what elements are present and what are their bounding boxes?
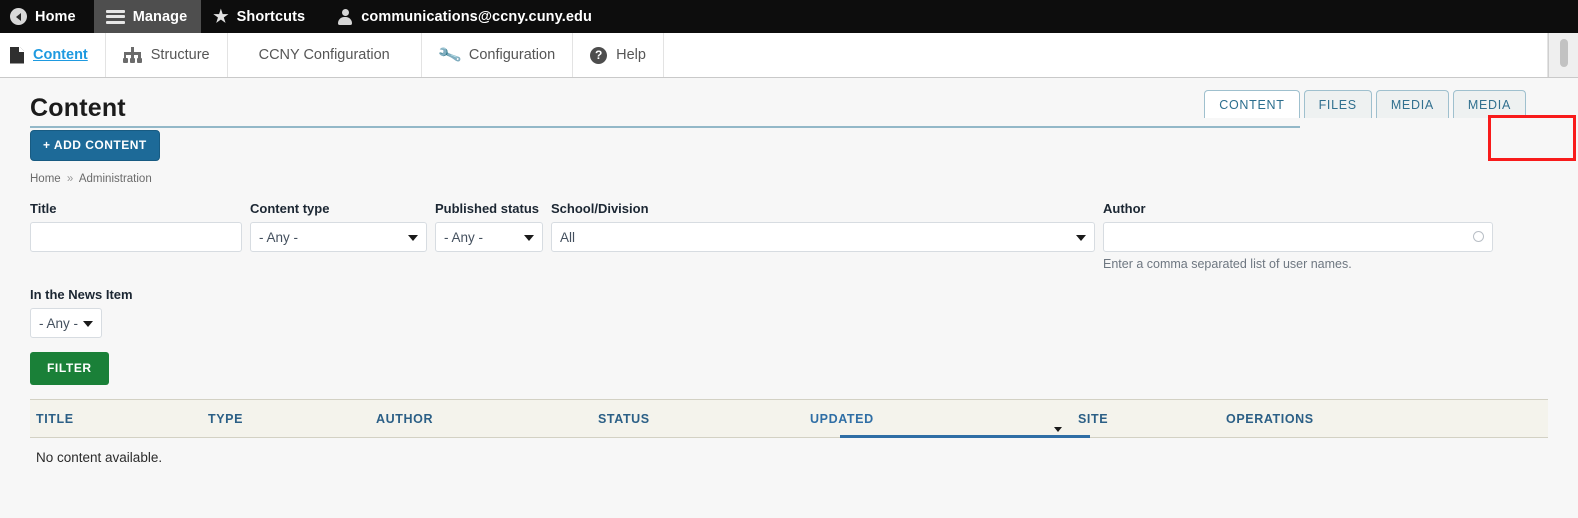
title-divider	[30, 126, 1300, 128]
chevron-down-icon	[1076, 235, 1086, 241]
table-header-row: TITLE TYPE AUTHOR STATUS UPDATED SITE OP…	[30, 400, 1548, 438]
chevron-down-icon	[524, 235, 534, 241]
tray-item-configuration-label: Configuration	[468, 47, 556, 63]
tray-item-content-label: Content	[33, 47, 88, 63]
admin-toolbar-tray: Content Structure CCNY Configuration 🔧 C…	[0, 33, 1578, 78]
tray-scrollbar-thumb[interactable]	[1560, 39, 1568, 67]
school-division-filter-value: All	[560, 229, 576, 245]
hamburger-icon	[105, 9, 125, 24]
title-filter-input[interactable]	[30, 222, 242, 252]
tab-content[interactable]: CONTENT	[1204, 90, 1300, 118]
content-type-filter-label: Content type	[250, 201, 330, 216]
breadcrumb-separator: »	[66, 173, 74, 185]
school-division-filter-select[interactable]: All	[551, 222, 1095, 252]
toolbar-item-shortcuts-label: Shortcuts	[236, 8, 306, 25]
chevron-down-icon	[408, 235, 418, 241]
tray-item-ccny-configuration-label: CCNY Configuration	[258, 47, 390, 63]
sort-descending-icon	[1054, 426, 1062, 432]
table-empty-message: No content available.	[36, 450, 163, 465]
content-table: TITLE TYPE AUTHOR STATUS UPDATED SITE OP…	[30, 399, 1548, 465]
tray-item-configuration[interactable]: 🔧 Configuration	[422, 33, 574, 77]
toolbar-item-manage[interactable]: Manage	[93, 0, 202, 33]
structure-icon	[122, 47, 143, 63]
help-icon: ?	[590, 46, 608, 64]
document-icon	[10, 46, 24, 64]
content-type-filter-value: - Any -	[259, 229, 299, 245]
breadcrumb-current: Administration	[78, 173, 152, 185]
tray-item-content[interactable]: Content	[0, 33, 106, 77]
published-status-filter-value: - Any -	[444, 229, 484, 245]
toolbar-item-account[interactable]: communications@ccny.cuny.edu	[319, 0, 606, 33]
media-tab-highlight-box	[1488, 115, 1576, 161]
tray-item-help[interactable]: ? Help	[573, 33, 664, 77]
chevron-down-icon	[83, 321, 93, 327]
loading-spinner-icon	[1473, 231, 1484, 242]
in-the-news-item-filter-label: In the News Item	[30, 287, 133, 302]
toolbar-item-shortcuts[interactable]: ★ Shortcuts	[201, 0, 319, 33]
admin-toolbar: Home Manage ★ Shortcuts communications@c…	[0, 0, 1578, 33]
filter-row-1: Title Content type - Any - Published sta…	[30, 201, 1548, 271]
back-arrow-icon	[10, 8, 27, 25]
table-header-updated[interactable]: UPDATED	[804, 411, 1072, 432]
table-header-updated-label: UPDATED	[810, 411, 874, 426]
tab-files-label: FILES	[1318, 98, 1357, 112]
tab-files[interactable]: FILES	[1303, 90, 1372, 118]
tray-spacer	[664, 33, 1548, 77]
breadcrumb-home[interactable]: Home	[30, 173, 61, 185]
tray-item-ccny-configuration[interactable]: CCNY Configuration	[228, 33, 422, 77]
toolbar-item-home[interactable]: Home	[0, 0, 94, 33]
table-header-status[interactable]: STATUS	[592, 412, 804, 426]
table-header-title[interactable]: TITLE	[30, 412, 202, 426]
tray-scrollbar[interactable]	[1548, 33, 1578, 77]
author-filter-label: Author	[1103, 201, 1146, 216]
author-filter-input[interactable]	[1103, 222, 1493, 252]
page-header: Content CONTENT FILES MEDIA MEDIA	[30, 78, 1548, 132]
table-header-author[interactable]: AUTHOR	[370, 412, 592, 426]
filter-submit-button[interactable]: FILTER	[30, 352, 109, 385]
tray-item-structure[interactable]: Structure	[106, 33, 228, 77]
toolbar-item-account-label: communications@ccny.cuny.edu	[361, 8, 592, 25]
published-status-filter-label: Published status	[435, 201, 540, 216]
filter-group-content-type: Content type - Any -	[250, 201, 427, 252]
table-header-type[interactable]: TYPE	[202, 412, 370, 426]
school-division-filter-label: School/Division	[551, 201, 649, 216]
filter-row-2: In the News Item - Any - FILTER	[30, 287, 1548, 385]
tab-media-label: MEDIA	[1390, 98, 1434, 112]
in-the-news-item-filter-select[interactable]: - Any -	[30, 308, 102, 338]
tab-media[interactable]: MEDIA	[1375, 90, 1449, 118]
title-filter-label: Title	[30, 201, 57, 216]
content-type-filter-select[interactable]: - Any -	[250, 222, 427, 252]
add-content-button[interactable]: + ADD CONTENT	[30, 130, 160, 161]
filter-group-author: Author Enter a comma separated list of u…	[1103, 201, 1493, 271]
table-header-operations: OPERATIONS	[1226, 411, 1314, 426]
toolbar-item-home-label: Home	[35, 8, 76, 25]
author-filter-help: Enter a comma separated list of user nam…	[1103, 257, 1352, 271]
filter-group-published-status: Published status - Any -	[435, 201, 543, 252]
table-header-site[interactable]: SITE	[1072, 412, 1220, 426]
tray-item-help-label: Help	[616, 47, 646, 63]
tab-media-secondary-label: MEDIA	[1467, 98, 1511, 112]
tab-media-secondary[interactable]: MEDIA	[1452, 90, 1526, 118]
filter-group-title: Title	[30, 201, 242, 252]
breadcrumb: Home » Administration	[30, 173, 1548, 185]
filter-form: Title Content type - Any - Published sta…	[30, 201, 1548, 385]
primary-tabs: CONTENT FILES MEDIA MEDIA	[1204, 90, 1526, 118]
author-filter-wrap	[1103, 222, 1493, 252]
tab-content-label: CONTENT	[1219, 98, 1285, 112]
user-icon	[337, 8, 353, 25]
tray-item-structure-label: Structure	[150, 47, 210, 63]
filter-group-school-division: School/Division All	[551, 201, 1095, 252]
page-body: Content CONTENT FILES MEDIA MEDIA + ADD …	[0, 78, 1578, 518]
sort-active-indicator	[840, 435, 1090, 438]
in-the-news-item-filter-value: - Any -	[39, 315, 79, 331]
star-icon: ★	[213, 7, 229, 26]
published-status-filter-select[interactable]: - Any -	[435, 222, 543, 252]
page-title: Content	[30, 94, 126, 122]
filter-group-in-the-news-item: In the News Item - Any -	[30, 287, 133, 338]
wrench-icon: 🔧	[436, 42, 463, 68]
toolbar-item-manage-label: Manage	[132, 8, 188, 25]
